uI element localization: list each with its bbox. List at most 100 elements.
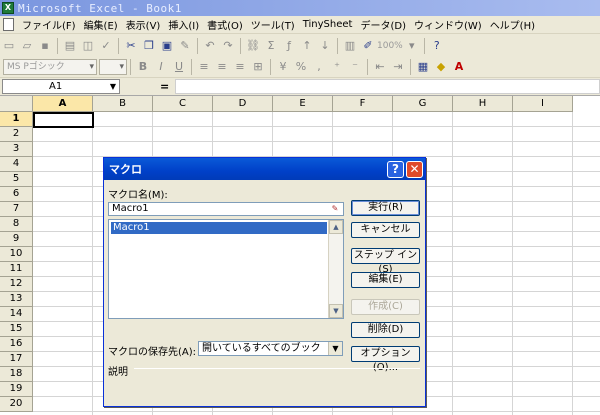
active-cell-a1[interactable] — [33, 112, 94, 128]
menu-tools[interactable]: ツール(T) — [247, 17, 299, 32]
new-icon[interactable]: ▭ — [1, 38, 17, 54]
save-in-select[interactable]: 開いているすべてのブック ▼ — [198, 341, 343, 356]
drawing-icon[interactable]: ✐ — [360, 38, 376, 54]
macro-name-input[interactable]: Macro1 ✎ — [108, 202, 344, 216]
font-name-combo[interactable]: MS Pゴシック — [3, 58, 97, 75]
chevron-down-icon[interactable]: ▼ — [328, 342, 342, 355]
column-header-g[interactable]: G — [393, 96, 453, 112]
menu-edit[interactable]: 編集(E) — [80, 17, 122, 32]
column-header-f[interactable]: F — [333, 96, 393, 112]
paste-icon[interactable]: ▣ — [159, 38, 175, 54]
merge-center-icon[interactable]: ⊞ — [250, 59, 266, 75]
align-left-icon[interactable]: ≡ — [196, 59, 212, 75]
cancel-button[interactable]: キャンセル — [351, 222, 420, 238]
row-header[interactable]: 12 — [0, 277, 33, 292]
row-header[interactable]: 19 — [0, 382, 33, 397]
formula-input[interactable] — [175, 79, 600, 94]
align-center-icon[interactable]: ≡ — [214, 59, 230, 75]
row-header[interactable]: 20 — [0, 397, 33, 412]
scroll-up-icon[interactable]: ▲ — [329, 220, 343, 234]
comma-icon[interactable]: , — [311, 59, 327, 75]
row-header[interactable]: 7 — [0, 202, 33, 217]
print-icon[interactable]: ▤ — [62, 38, 78, 54]
menu-file[interactable]: ファイル(F) — [18, 17, 80, 32]
row-header[interactable]: 1 — [0, 112, 33, 127]
equals-icon[interactable]: = — [160, 80, 169, 93]
chevron-down-icon[interactable]: ▼ — [107, 80, 119, 93]
document-icon[interactable] — [3, 18, 14, 31]
row-header[interactable]: 10 — [0, 247, 33, 262]
row-header[interactable]: 2 — [0, 127, 33, 142]
zoom-combo[interactable]: 100% — [377, 41, 403, 51]
hyperlink-icon[interactable]: ⛓ — [245, 38, 261, 54]
function-icon[interactable]: ƒ — [281, 38, 297, 54]
row-header[interactable]: 5 — [0, 172, 33, 187]
macro-list[interactable]: Macro1 ▲ ▼ — [108, 219, 344, 319]
column-header-a[interactable]: A — [33, 96, 93, 112]
name-box[interactable]: A1 ▼ — [2, 79, 120, 94]
row-header[interactable]: 4 — [0, 157, 33, 172]
menu-insert[interactable]: 挿入(I) — [164, 17, 203, 32]
format-painter-icon[interactable]: ✎ — [177, 38, 193, 54]
scroll-down-icon[interactable]: ▼ — [329, 304, 343, 318]
list-item[interactable]: Macro1 — [111, 222, 327, 234]
font-size-combo[interactable] — [99, 58, 127, 75]
undo-icon[interactable]: ↶ — [202, 38, 218, 54]
italic-icon[interactable]: I — [153, 59, 169, 75]
menu-view[interactable]: 表示(V) — [122, 17, 165, 32]
column-header-e[interactable]: E — [273, 96, 333, 112]
row-header[interactable]: 3 — [0, 142, 33, 157]
font-color-icon[interactable]: A — [451, 59, 467, 75]
column-header-h[interactable]: H — [453, 96, 513, 112]
column-header-b[interactable]: B — [93, 96, 153, 112]
chart-wizard-icon[interactable]: ▥ — [342, 38, 358, 54]
row-header[interactable]: 8 — [0, 217, 33, 232]
options-button[interactable]: オプション(O)... — [351, 346, 420, 373]
align-right-icon[interactable]: ≡ — [232, 59, 248, 75]
row-header[interactable]: 16 — [0, 337, 33, 352]
open-icon[interactable]: ▱ — [19, 38, 35, 54]
autosum-icon[interactable]: Σ — [263, 38, 279, 54]
menu-data[interactable]: データ(D) — [356, 17, 410, 32]
step-into-button[interactable]: ステップ イン(S) — [351, 248, 420, 275]
print-preview-icon[interactable]: ◫ — [80, 38, 96, 54]
currency-icon[interactable]: ¥ — [275, 59, 291, 75]
percent-icon[interactable]: % — [293, 59, 309, 75]
row-header[interactable]: 11 — [0, 262, 33, 277]
increase-indent-icon[interactable]: ⇥ — [390, 59, 406, 75]
edit-button[interactable]: 編集(E) — [351, 272, 420, 288]
column-header-d[interactable]: D — [213, 96, 273, 112]
menu-help[interactable]: ヘルプ(H) — [486, 17, 539, 32]
menu-tinysheet[interactable]: TinySheet — [299, 19, 357, 30]
save-icon[interactable]: ▪ — [37, 38, 53, 54]
zoom-dropdown-icon[interactable]: ▾ — [404, 38, 420, 54]
create-button[interactable]: 作成(C) — [351, 299, 420, 315]
row-header[interactable]: 18 — [0, 367, 33, 382]
spelling-icon[interactable]: ✓ — [98, 38, 114, 54]
fill-color-icon[interactable]: ◆ — [433, 59, 449, 75]
increase-decimal-icon[interactable]: ⁺ — [329, 59, 345, 75]
column-header-c[interactable]: C — [153, 96, 213, 112]
decrease-indent-icon[interactable]: ⇤ — [372, 59, 388, 75]
close-icon[interactable]: ✕ — [406, 160, 423, 178]
select-all-corner[interactable] — [0, 96, 33, 112]
underline-icon[interactable]: U — [171, 59, 187, 75]
row-header[interactable]: 9 — [0, 232, 33, 247]
row-header[interactable]: 17 — [0, 352, 33, 367]
copy-icon[interactable]: ❐ — [141, 38, 157, 54]
row-header[interactable]: 15 — [0, 322, 33, 337]
cut-icon[interactable]: ✂ — [123, 38, 139, 54]
menu-window[interactable]: ウィンドウ(W) — [410, 17, 486, 32]
sort-desc-icon[interactable]: ↓ — [317, 38, 333, 54]
run-button[interactable]: 実行(R) — [351, 200, 420, 216]
list-scrollbar[interactable]: ▲ ▼ — [328, 220, 343, 318]
help-icon[interactable]: ? — [387, 160, 404, 178]
decrease-decimal-icon[interactable]: ⁻ — [347, 59, 363, 75]
bold-icon[interactable]: B — [135, 59, 151, 75]
row-header[interactable]: 14 — [0, 307, 33, 322]
row-header[interactable]: 13 — [0, 292, 33, 307]
borders-icon[interactable]: ▦ — [415, 59, 431, 75]
menu-format[interactable]: 書式(O) — [203, 17, 247, 32]
row-header[interactable]: 6 — [0, 187, 33, 202]
column-header-i[interactable]: I — [513, 96, 573, 112]
